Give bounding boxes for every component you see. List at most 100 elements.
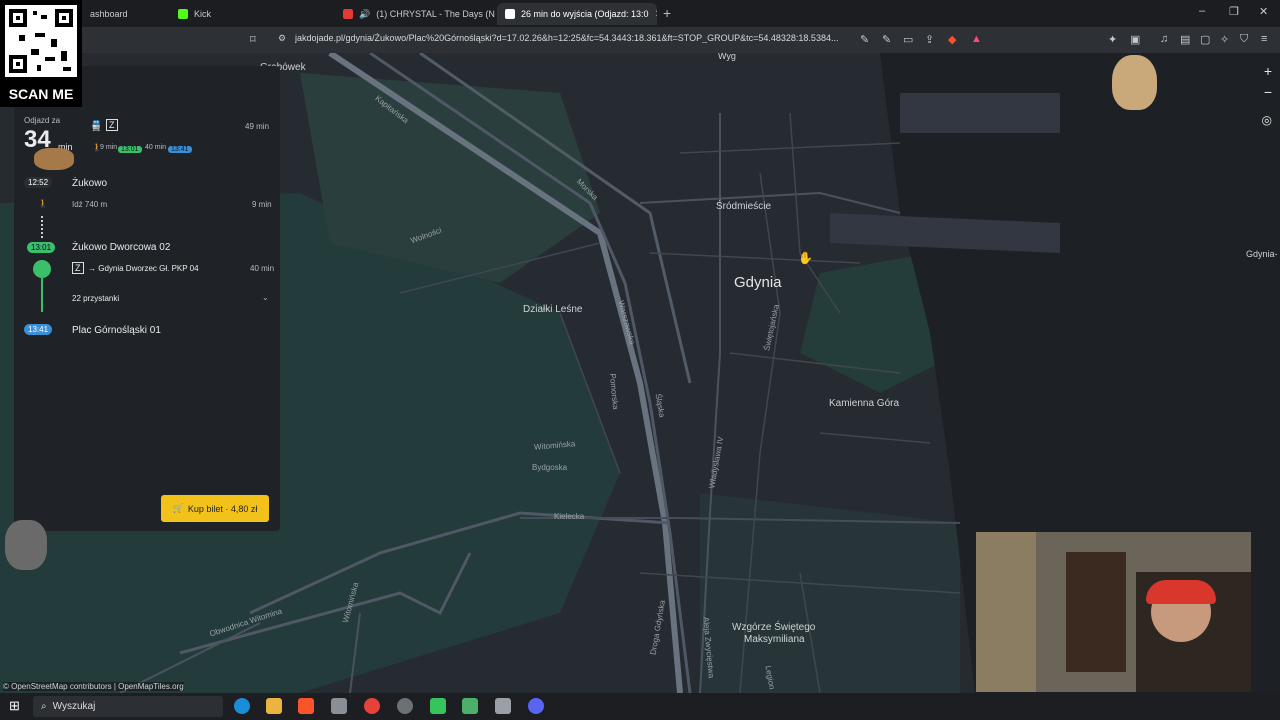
map-label-city: Gdynia — [734, 274, 782, 291]
step-detail: Idź 740 m — [72, 200, 108, 209]
taskbar-search[interactable]: ⌕ Wyszukaj — [33, 696, 223, 717]
extension-icon[interactable]: ✎ — [882, 33, 891, 46]
buy-ticket-button[interactable]: 🛒 Kup bilet · 4,80 zł — [161, 495, 269, 522]
windows-start-icon[interactable]: ⊞ — [9, 698, 20, 714]
step-duration: 9 min — [252, 200, 272, 209]
qr-caption: SCAN ME — [8, 86, 74, 102]
map-label-district: Śródmieście — [716, 201, 772, 212]
train-icon: 🚆 — [90, 121, 103, 132]
os-taskbar: ⊞ ⌕ Wyszukaj — [0, 693, 1280, 720]
menu-icon[interactable]: ≡ — [1261, 33, 1267, 45]
leo-icon[interactable]: ✧ — [1220, 33, 1229, 46]
youtube-icon — [343, 9, 353, 19]
search-icon: ⌕ — [41, 701, 47, 712]
tab-label: 26 min do wyjścia (Odjazd: 13:0 — [521, 9, 649, 19]
vpn-icon[interactable]: ⛉ — [1240, 33, 1248, 46]
step-duration: 40 min — [250, 264, 275, 273]
new-tab-button[interactable]: + — [663, 5, 671, 21]
step-time: 13:41 — [24, 324, 53, 335]
walk-dots — [41, 216, 45, 238]
map-label-district: Działki Leśne — [523, 304, 583, 315]
close-tab-icon[interactable]: ✕ — [655, 9, 657, 20]
step-title: Plac Górnośląski 01 — [72, 325, 161, 336]
search-placeholder: Wyszukaj — [52, 701, 96, 712]
map-label-district: Wyg — [718, 53, 736, 61]
wallet-icon[interactable]: ▢ — [1200, 33, 1210, 46]
tab-label: ashboard — [90, 9, 128, 19]
jakdojade-icon — [505, 9, 515, 19]
minimize-button[interactable]: – — [1199, 5, 1205, 17]
dep-time-pill: 13:01 — [118, 143, 142, 154]
step-time: 13:01 — [27, 242, 56, 253]
trip-panel: Odjazd za 34 min 🚆 Z 49 min 🚶 9 min 13:0… — [14, 66, 280, 531]
tab-youtube[interactable]: 🔊 (1) CHRYSTAL - The Days (Notion — [335, 3, 495, 25]
total-duration: 49 min — [245, 122, 270, 131]
tab-jakdojade[interactable]: 26 min do wyjścia (Odjazd: 13:0 ✕ — [497, 3, 657, 25]
hand-cursor-icon: ✋ — [798, 251, 813, 265]
media-icon[interactable]: ♫ — [1160, 33, 1168, 45]
discord-icon[interactable] — [528, 698, 544, 714]
tab-label: (1) CHRYSTAL - The Days (Notion — [376, 9, 495, 19]
app-icon[interactable] — [495, 698, 511, 714]
kick-icon — [178, 9, 188, 19]
chrome-icon[interactable] — [364, 698, 380, 714]
route-line — [41, 278, 43, 312]
map-attribution[interactable]: © OpenStreetMap contributors | OpenMapTi… — [3, 682, 184, 691]
edge-icon[interactable] — [234, 698, 250, 714]
app-icon[interactable] — [430, 698, 446, 714]
url-field[interactable]: jakdojade.pl/gdynia/Żukowo/Plac%20Górnoś… — [295, 33, 855, 43]
departure-caption: Odjazd za — [24, 116, 61, 125]
line-badge: Z — [72, 262, 84, 274]
map-label-district: Kamienna Góra — [829, 398, 900, 409]
step-title: Żukowo Dworcowa 02 — [72, 242, 171, 253]
extension-icon[interactable]: ✎ — [860, 33, 869, 46]
app-icon[interactable] — [331, 698, 347, 714]
cart-icon: 🛒 — [172, 503, 184, 513]
tab-kick[interactable]: Kick — [170, 3, 335, 25]
streamer-emote — [5, 520, 47, 570]
stops-toggle[interactable]: 22 przystanki — [72, 294, 119, 303]
street-label: Kielecka — [554, 512, 585, 521]
tab-dashboard[interactable]: ashboard — [82, 3, 170, 25]
train-stop-icon — [33, 260, 51, 278]
sidebar-icon[interactable]: ▤ — [1180, 33, 1190, 46]
hamster-sticker — [34, 148, 74, 170]
line-badge: Z — [106, 119, 118, 131]
brave-rewards-icon[interactable]: ▲ — [971, 33, 982, 45]
address-bar-row: ⌑ ⚙ jakdojade.pl/gdynia/Żukowo/Plac%20Gó… — [0, 27, 1280, 53]
restore-button[interactable]: ❐ — [1229, 5, 1239, 18]
share-icon[interactable]: ⇪ — [925, 33, 934, 46]
qr-code — [5, 5, 77, 77]
street-label: Bydgoska — [532, 463, 568, 472]
browser-tab-strip: ashboard Kick 🔊 (1) CHRYSTAL - The Days … — [0, 0, 1280, 27]
step-time: 12:52 — [24, 177, 53, 188]
zoom-out-button[interactable]: − — [1264, 84, 1272, 100]
extensions-icon[interactable]: ✦ — [1108, 33, 1117, 46]
app-icon[interactable] — [462, 698, 478, 714]
site-info-icon[interactable]: ⚙ — [278, 33, 286, 44]
locate-icon[interactable]: ◎ — [1262, 113, 1272, 127]
ride-duration: 40 min — [145, 144, 167, 151]
buy-ticket-label: Kup bilet · 4,80 zł — [187, 503, 258, 514]
hamster-overlay — [1112, 55, 1157, 110]
webcam-overlay — [976, 532, 1251, 692]
map-label-district: Maksymiliana — [744, 634, 805, 645]
screenshot-icon[interactable]: ▣ — [1130, 33, 1140, 46]
cast-icon[interactable]: ▭ — [903, 33, 913, 46]
bookmark-icon[interactable]: ⌑ — [250, 33, 256, 46]
brave-icon[interactable] — [298, 698, 314, 714]
step-direction: → Gdynia Dworzec Gł. PKP 04 — [88, 264, 199, 273]
qr-overlay: SCAN ME — [0, 0, 82, 107]
map-label-district: Wzgórze Świętego — [732, 622, 816, 633]
close-window-button[interactable]: ✕ — [1259, 5, 1268, 18]
obs-icon[interactable] — [397, 698, 413, 714]
chevron-down-icon[interactable]: ⌄ — [262, 293, 269, 302]
speaker-icon: 🔊 — [359, 8, 371, 19]
file-explorer-icon[interactable] — [266, 698, 282, 714]
brave-shield-icon[interactable]: ◆ — [948, 33, 956, 46]
step-title: Żukowo — [72, 178, 108, 189]
zoom-in-button[interactable]: + — [1264, 63, 1272, 79]
tab-label: Kick — [194, 9, 212, 19]
arr-time-pill: 13:41 — [168, 143, 192, 154]
walk-icon: 🚶 — [38, 199, 48, 208]
